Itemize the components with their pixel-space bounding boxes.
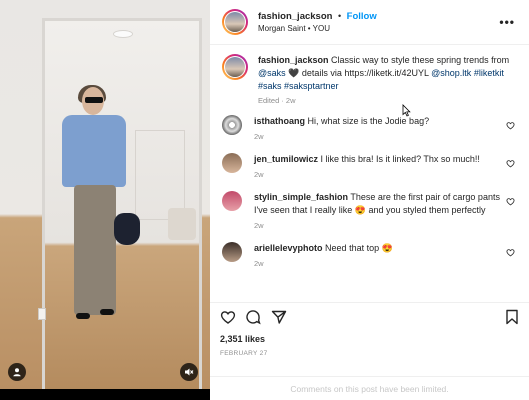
comment-item: stylin_simple_fashion These are the firs… — [222, 190, 517, 232]
commenter-avatar[interactable] — [222, 241, 242, 262]
chair — [168, 208, 196, 240]
share-icon[interactable] — [271, 309, 287, 325]
tagged-users-button[interactable] — [8, 363, 26, 381]
comment-time: 2w — [254, 169, 264, 179]
comments-list[interactable]: fashion_jackson Classic way to style the… — [210, 46, 529, 302]
commenter-avatar[interactable] — [222, 115, 242, 136]
mention-saks[interactable]: @saks — [258, 68, 286, 78]
caption: fashion_jackson Classic way to style the… — [222, 54, 517, 107]
commenter-avatar[interactable] — [222, 152, 242, 173]
comment-item: ariellelevyphoto Need that top 😍 2w — [222, 241, 517, 270]
author-avatar[interactable] — [222, 9, 248, 35]
like-comment-heart-icon[interactable] — [506, 197, 515, 206]
heart-emoji: 🖤 — [288, 68, 300, 79]
like-comment-heart-icon[interactable] — [506, 159, 515, 168]
caption-text-1: Classic way to style these spring trends… — [331, 55, 510, 65]
caption-text-2: details via https://liketk.it/42UYL — [301, 68, 429, 79]
likes-count[interactable]: 2,351 likes — [220, 334, 265, 344]
comment-item: isthathoang Hi, what size is the Jodie b… — [222, 115, 517, 143]
action-bar — [210, 302, 529, 332]
commenter-avatar[interactable] — [222, 190, 242, 211]
author-username[interactable]: fashion_jackson — [258, 11, 332, 22]
wall-outlet — [38, 308, 46, 320]
follow-button[interactable]: Follow — [347, 11, 377, 22]
more-options-button[interactable]: ••• — [499, 15, 515, 29]
mention-shop-ltk[interactable]: @shop.ltk — [431, 68, 471, 78]
comment-username[interactable]: ariellelevyphoto — [254, 243, 323, 253]
comment-time: 2w — [254, 220, 264, 230]
caption-avatar[interactable] — [222, 54, 248, 80]
speaker-muted-icon — [185, 368, 194, 376]
post-media[interactable] — [0, 0, 210, 400]
comment-item: jen_tumilowicz I like this bra! Is it li… — [222, 152, 517, 181]
comment-text: Need that top 😍 — [325, 242, 393, 253]
comment-text: Hi, what size is the Jodie bag? — [307, 116, 430, 127]
caption-meta: Edited · 2w — [258, 96, 296, 106]
person-icon — [13, 368, 21, 377]
bookmark-icon[interactable] — [505, 309, 519, 325]
like-comment-heart-icon[interactable] — [506, 248, 515, 257]
mute-button[interactable] — [180, 363, 198, 381]
post-container: fashion_jackson • Follow Morgan Saint • … — [0, 0, 529, 400]
comment-username[interactable]: isthathoang — [254, 116, 305, 126]
comments-limited-notice: Comments on this post have been limited. — [210, 376, 529, 400]
post-side-panel: fashion_jackson • Follow Morgan Saint • … — [210, 0, 529, 400]
comment-username[interactable]: jen_tumilowicz — [254, 154, 318, 164]
mouse-cursor-icon — [402, 104, 411, 117]
post-header: fashion_jackson • Follow Morgan Saint • … — [210, 0, 529, 45]
ceiling-light — [113, 30, 133, 38]
caption-username[interactable]: fashion_jackson — [258, 55, 329, 65]
comment-text: I like this bra! Is it linked? Thx so mu… — [320, 153, 480, 164]
hashtags[interactable]: #saks #saksptartner — [258, 80, 517, 93]
heart-icon[interactable] — [220, 309, 236, 325]
comment-username[interactable]: stylin_simple_fashion — [254, 192, 348, 202]
comment-time: 2w — [254, 132, 264, 142]
separator-dot: • — [337, 10, 342, 21]
wall-panel — [135, 130, 185, 220]
hashtag-liketkit[interactable]: #liketkit — [474, 68, 504, 78]
like-comment-heart-icon[interactable] — [506, 121, 515, 130]
comment-icon[interactable] — [245, 309, 261, 325]
comment-time: 2w — [254, 258, 264, 268]
person-figure — [58, 85, 140, 335]
post-photo — [0, 0, 210, 389]
audio-subline[interactable]: Morgan Saint • YOU — [258, 24, 377, 35]
post-date[interactable]: FEBRUARY 27 — [220, 350, 268, 357]
